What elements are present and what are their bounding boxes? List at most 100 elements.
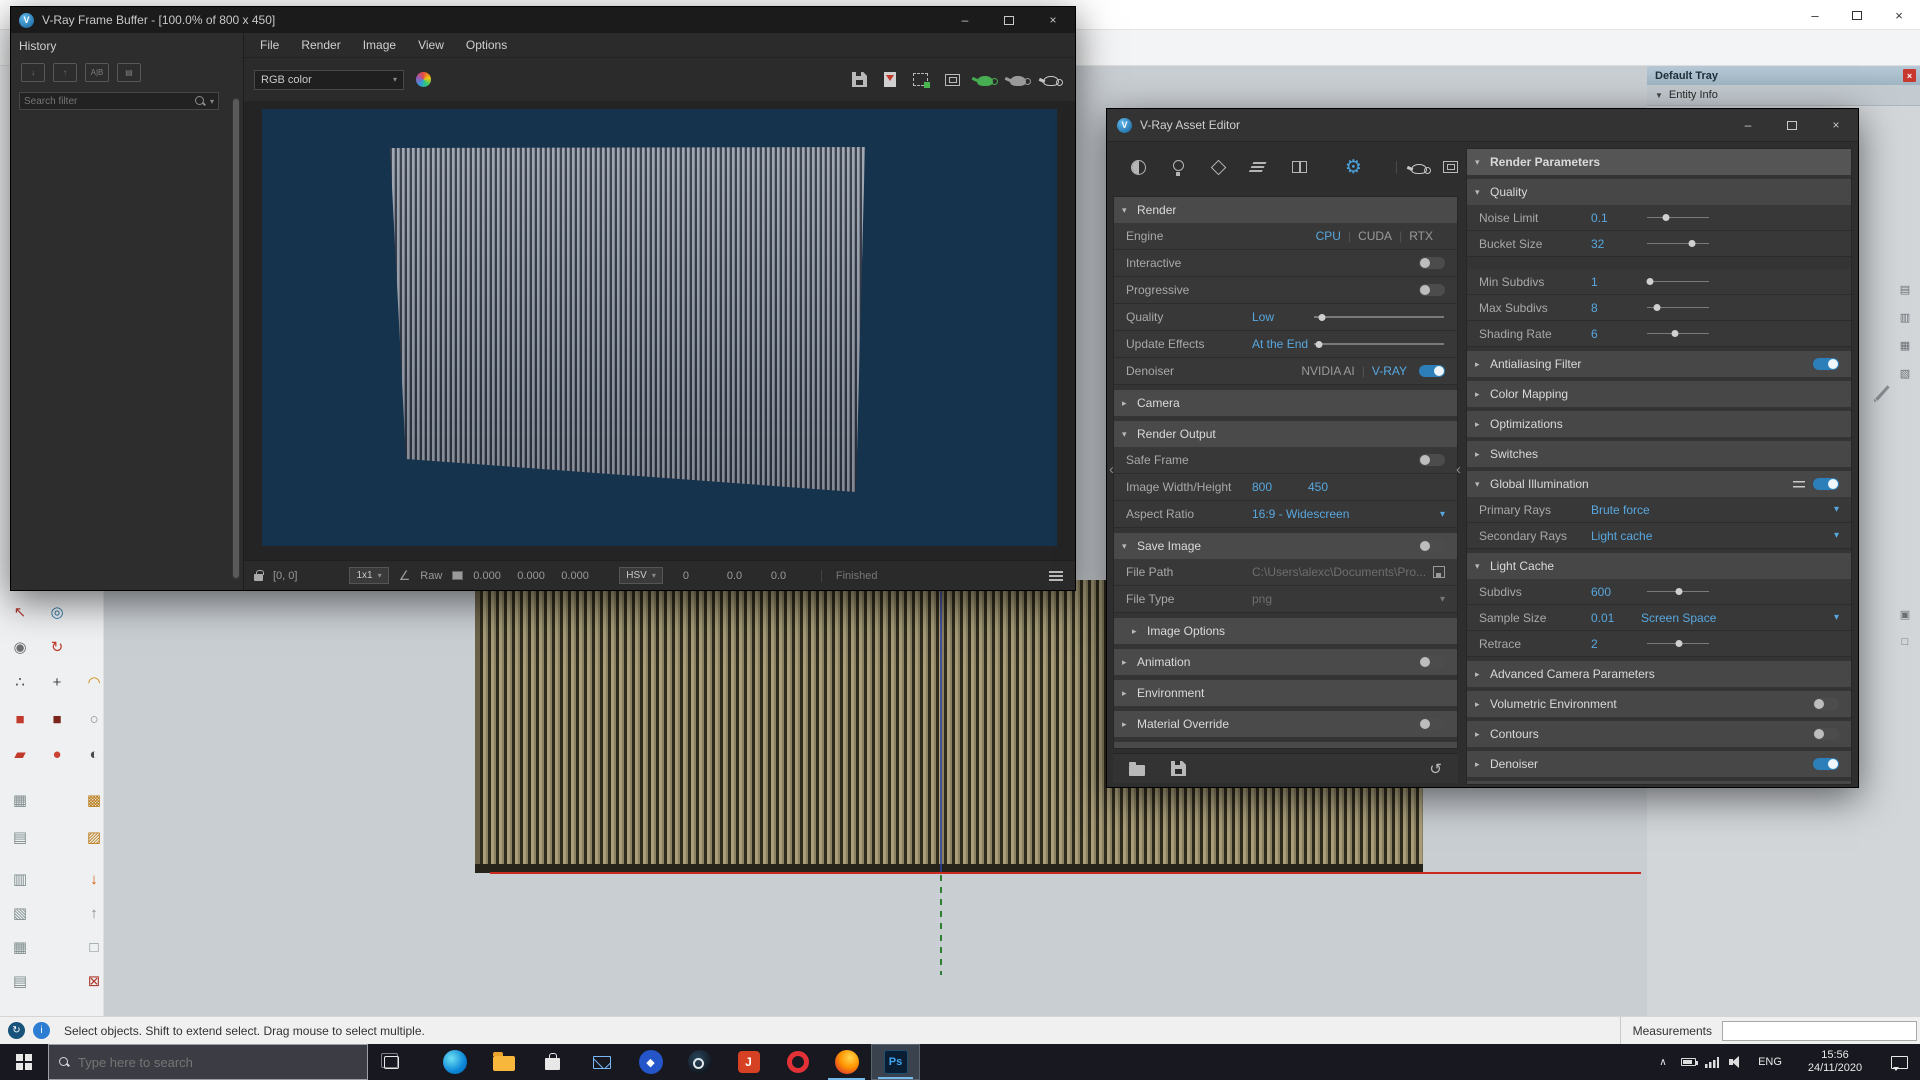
vfb-maximize-button[interactable] bbox=[987, 7, 1031, 33]
color-sphere-icon[interactable] bbox=[416, 72, 431, 87]
region-render-icon[interactable] bbox=[913, 73, 928, 86]
toggle[interactable] bbox=[1419, 540, 1445, 552]
slider[interactable] bbox=[1314, 338, 1444, 350]
ae-close-button[interactable]: × bbox=[1814, 112, 1858, 138]
slider-knob[interactable] bbox=[1671, 330, 1678, 337]
menu-image[interactable]: Image bbox=[353, 35, 406, 55]
component-box-4-icon[interactable]: ▦ bbox=[6, 933, 34, 961]
texture-plane-icon[interactable]: ▩ bbox=[80, 786, 108, 814]
textures-icon[interactable] bbox=[1250, 156, 1269, 178]
paint-bucket-icon[interactable]: ■ bbox=[6, 705, 34, 733]
slider-knob[interactable] bbox=[1688, 240, 1695, 247]
section-header-switches[interactable]: ▸Switches bbox=[1467, 441, 1851, 467]
section-header-section[interactable]: ▾ bbox=[1467, 781, 1851, 785]
render-canvas[interactable] bbox=[262, 109, 1057, 546]
file-explorer-taskbar-button[interactable] bbox=[479, 1044, 528, 1080]
tray-close-button[interactable]: × bbox=[1903, 69, 1916, 82]
section-header-contours[interactable]: ▸Contours bbox=[1467, 721, 1851, 747]
menu-file[interactable]: File bbox=[250, 35, 289, 55]
history-search-box[interactable]: ▾ bbox=[19, 92, 219, 110]
toggle[interactable] bbox=[1419, 284, 1445, 296]
component-box-3-icon[interactable]: ▧ bbox=[6, 899, 34, 927]
firefox-taskbar-button[interactable] bbox=[822, 1044, 871, 1080]
toggle[interactable] bbox=[1419, 454, 1445, 466]
export-tool-icon[interactable]: ↑ bbox=[80, 899, 108, 927]
toggle[interactable] bbox=[1419, 656, 1445, 668]
dropdown-chevron-icon[interactable]: ▾ bbox=[1834, 612, 1839, 623]
hsv-select[interactable]: HSV ▾ bbox=[619, 567, 663, 584]
section-header-denoiser[interactable]: ▸Denoiser bbox=[1467, 751, 1851, 777]
select-tool-icon[interactable]: ↖ bbox=[6, 598, 34, 626]
toggle[interactable] bbox=[1419, 365, 1445, 377]
steam-taskbar-button[interactable] bbox=[675, 1044, 724, 1080]
section-header-optimizations[interactable]: ▸Optimizations bbox=[1467, 411, 1851, 437]
search-filter-dropdown-icon[interactable]: ▾ bbox=[210, 97, 214, 106]
network-icon[interactable] bbox=[1700, 1044, 1724, 1080]
slider[interactable] bbox=[1647, 638, 1709, 650]
slider[interactable] bbox=[1647, 238, 1709, 250]
walk-tool-icon[interactable]: ∴ bbox=[6, 668, 34, 696]
history-search-input[interactable] bbox=[24, 96, 191, 107]
texture-plane-2-icon[interactable]: ▨ bbox=[80, 823, 108, 851]
section-header-volumetric-environment[interactable]: ▸Volumetric Environment bbox=[1467, 691, 1851, 717]
plane-tool-icon[interactable]: ▰ bbox=[6, 740, 34, 768]
orbit-tool-icon[interactable]: ↻ bbox=[43, 633, 71, 661]
interactive-render-icon[interactable] bbox=[1043, 76, 1059, 86]
toggle[interactable] bbox=[1813, 728, 1839, 740]
toggle[interactable] bbox=[1813, 358, 1839, 370]
render-last-icon[interactable] bbox=[1010, 76, 1026, 86]
section-header-global-illumination[interactable]: ▾Global Illumination bbox=[1467, 471, 1851, 497]
save-history-icon[interactable]: ↓ bbox=[21, 63, 45, 82]
slider-knob[interactable] bbox=[1676, 640, 1683, 647]
menu-options[interactable]: Options bbox=[456, 35, 517, 55]
tray-panel-icon[interactable]: ▣ bbox=[1897, 606, 1913, 622]
channel-select[interactable]: RGB color ▾ bbox=[254, 70, 404, 90]
delete-tool-icon[interactable]: ⊠ bbox=[80, 967, 108, 995]
box-tool-icon[interactable]: □ bbox=[80, 933, 108, 961]
vfb-minimize-button[interactable]: – bbox=[943, 7, 987, 33]
section-header-animation[interactable]: ▸Animation bbox=[1114, 649, 1457, 675]
slider-knob[interactable] bbox=[1647, 278, 1654, 285]
open-folder-icon[interactable] bbox=[1129, 765, 1145, 776]
edge-taskbar-button[interactable] bbox=[430, 1044, 479, 1080]
section-header-image-options[interactable]: ▸Image Options bbox=[1114, 618, 1457, 644]
render-teapot-icon[interactable] bbox=[1411, 164, 1427, 174]
mail-taskbar-button[interactable] bbox=[577, 1044, 626, 1080]
vfb-titlebar[interactable]: V V-Ray Frame Buffer - [100.0% of 800 x … bbox=[11, 7, 1075, 33]
tab-cpu[interactable]: CPU bbox=[1316, 229, 1341, 243]
import-tool-icon[interactable]: ↓ bbox=[80, 865, 108, 893]
angle-icon[interactable]: ∠ bbox=[399, 568, 411, 584]
section-header-quality[interactable]: ▾Quality bbox=[1467, 179, 1851, 205]
save-image-icon[interactable] bbox=[852, 72, 867, 87]
section-header-environment[interactable]: ▸Environment bbox=[1114, 680, 1457, 706]
section-header-antialiasing-filter[interactable]: ▸Antialiasing Filter bbox=[1467, 351, 1851, 377]
vfb-close-button[interactable]: × bbox=[1031, 7, 1075, 33]
menu-view[interactable]: View bbox=[408, 35, 454, 55]
task-view-button[interactable] bbox=[368, 1044, 414, 1080]
settings-gear-icon[interactable]: ⚙ bbox=[1344, 156, 1363, 178]
blue-app-taskbar-button[interactable]: ◆ bbox=[626, 1044, 675, 1080]
section-header-render[interactable]: ▾Render bbox=[1114, 197, 1457, 223]
component-box-5-icon[interactable]: ▤ bbox=[6, 967, 34, 995]
start-button[interactable] bbox=[0, 1044, 48, 1080]
export-image-icon[interactable] bbox=[884, 72, 896, 87]
zoom-tool-icon[interactable]: ◎ bbox=[43, 598, 71, 626]
info-icon[interactable]: i bbox=[33, 1022, 50, 1039]
sketchup-maximize-button[interactable] bbox=[1836, 0, 1878, 30]
language-indicator[interactable]: ENG bbox=[1748, 1044, 1792, 1080]
volume-icon[interactable] bbox=[1724, 1044, 1748, 1080]
render-button-icon[interactable] bbox=[977, 76, 993, 86]
materials-icon[interactable] bbox=[1129, 156, 1148, 178]
slider[interactable] bbox=[1647, 276, 1709, 288]
lock-icon[interactable] bbox=[254, 574, 263, 581]
section-header-advanced-camera-parameters[interactable]: ▸Advanced Camera Parameters bbox=[1467, 661, 1851, 687]
dropdown-chevron-icon[interactable]: ▾ bbox=[1834, 504, 1839, 515]
toggle[interactable] bbox=[1419, 718, 1445, 730]
section-header-material-override[interactable]: ▸Material Override bbox=[1114, 711, 1457, 737]
toggle[interactable] bbox=[1813, 698, 1839, 710]
asset-editor-titlebar[interactable]: V V-Ray Asset Editor – × bbox=[1107, 109, 1858, 142]
component-box-2-icon[interactable]: ▥ bbox=[6, 865, 34, 893]
slider[interactable] bbox=[1647, 328, 1709, 340]
save-path-icon[interactable] bbox=[1433, 566, 1445, 578]
taskbar-search-input[interactable] bbox=[78, 1055, 357, 1070]
